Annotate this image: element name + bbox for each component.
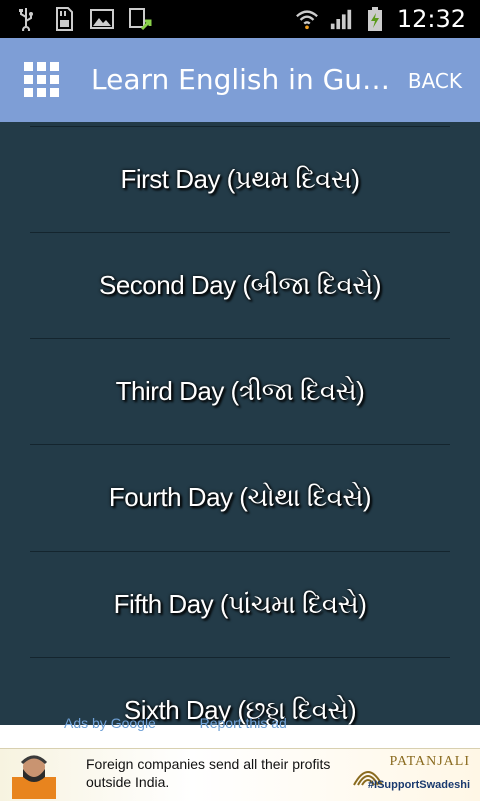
ad-text: Foreign companies send all their profits… [86, 756, 331, 790]
signal-icon [329, 6, 353, 32]
ad-hashtag: #ISupportSwadeshi [367, 779, 470, 791]
ad-attribution: Ads by Google Report this ad [64, 715, 287, 731]
action-bar: Learn English in Guj... BACK [0, 38, 480, 122]
ads-by-google-link[interactable]: Ads by Google [64, 715, 156, 731]
sd-card-icon [52, 6, 76, 32]
status-right-icons: 12:32 [295, 4, 466, 34]
ad-banner[interactable]: Ads by Google Report this ad Foreign com… [0, 715, 480, 801]
ad-creative[interactable]: Foreign companies send all their profits… [0, 748, 480, 801]
day-item-third[interactable]: Third Day (ત્રીજા દિવસે) [0, 338, 480, 444]
back-button[interactable]: BACK [408, 66, 462, 96]
day-item-label: Fourth Day (ચોથા દિવસે) [108, 482, 372, 512]
report-ad-link[interactable]: Report this ad [200, 715, 287, 731]
battery-charging-icon [363, 6, 387, 32]
ad-person-image [12, 755, 56, 799]
day-item-second[interactable]: Second Day (બીજા દિવસે) [0, 232, 480, 338]
status-bar: 12:32 [0, 0, 480, 38]
wifi-icon [295, 6, 319, 32]
day-item-first[interactable]: First Day (પ્રથમ દિવસ) [0, 126, 480, 232]
image-icon [90, 6, 114, 32]
day-item-fifth[interactable]: Fifth Day (પાંચમા દિવસે) [0, 551, 480, 657]
status-clock: 12:32 [396, 5, 466, 33]
status-left-icons [14, 6, 152, 32]
download-icon [128, 6, 152, 32]
day-item-label: Fifth Day (પાંચમા દિવસે) [113, 589, 367, 619]
day-item-label: Third Day (ત્રીજા દિવસે) [115, 376, 365, 406]
grid-icon[interactable] [24, 62, 60, 98]
day-item-label: Second Day (બીજા દિવસે) [98, 270, 382, 300]
day-item-label: First Day (પ્રથમ દિવસ) [120, 164, 360, 194]
usb-icon [14, 6, 38, 32]
app-title: Learn English in Guj... [91, 63, 391, 96]
day-list: First Day (પ્રથમ દિવસ) Second Day (બીજા … [0, 122, 480, 725]
day-item-fourth[interactable]: Fourth Day (ચોથા દિવસે) [0, 444, 480, 550]
ad-brand: PATANJALI [389, 754, 470, 769]
